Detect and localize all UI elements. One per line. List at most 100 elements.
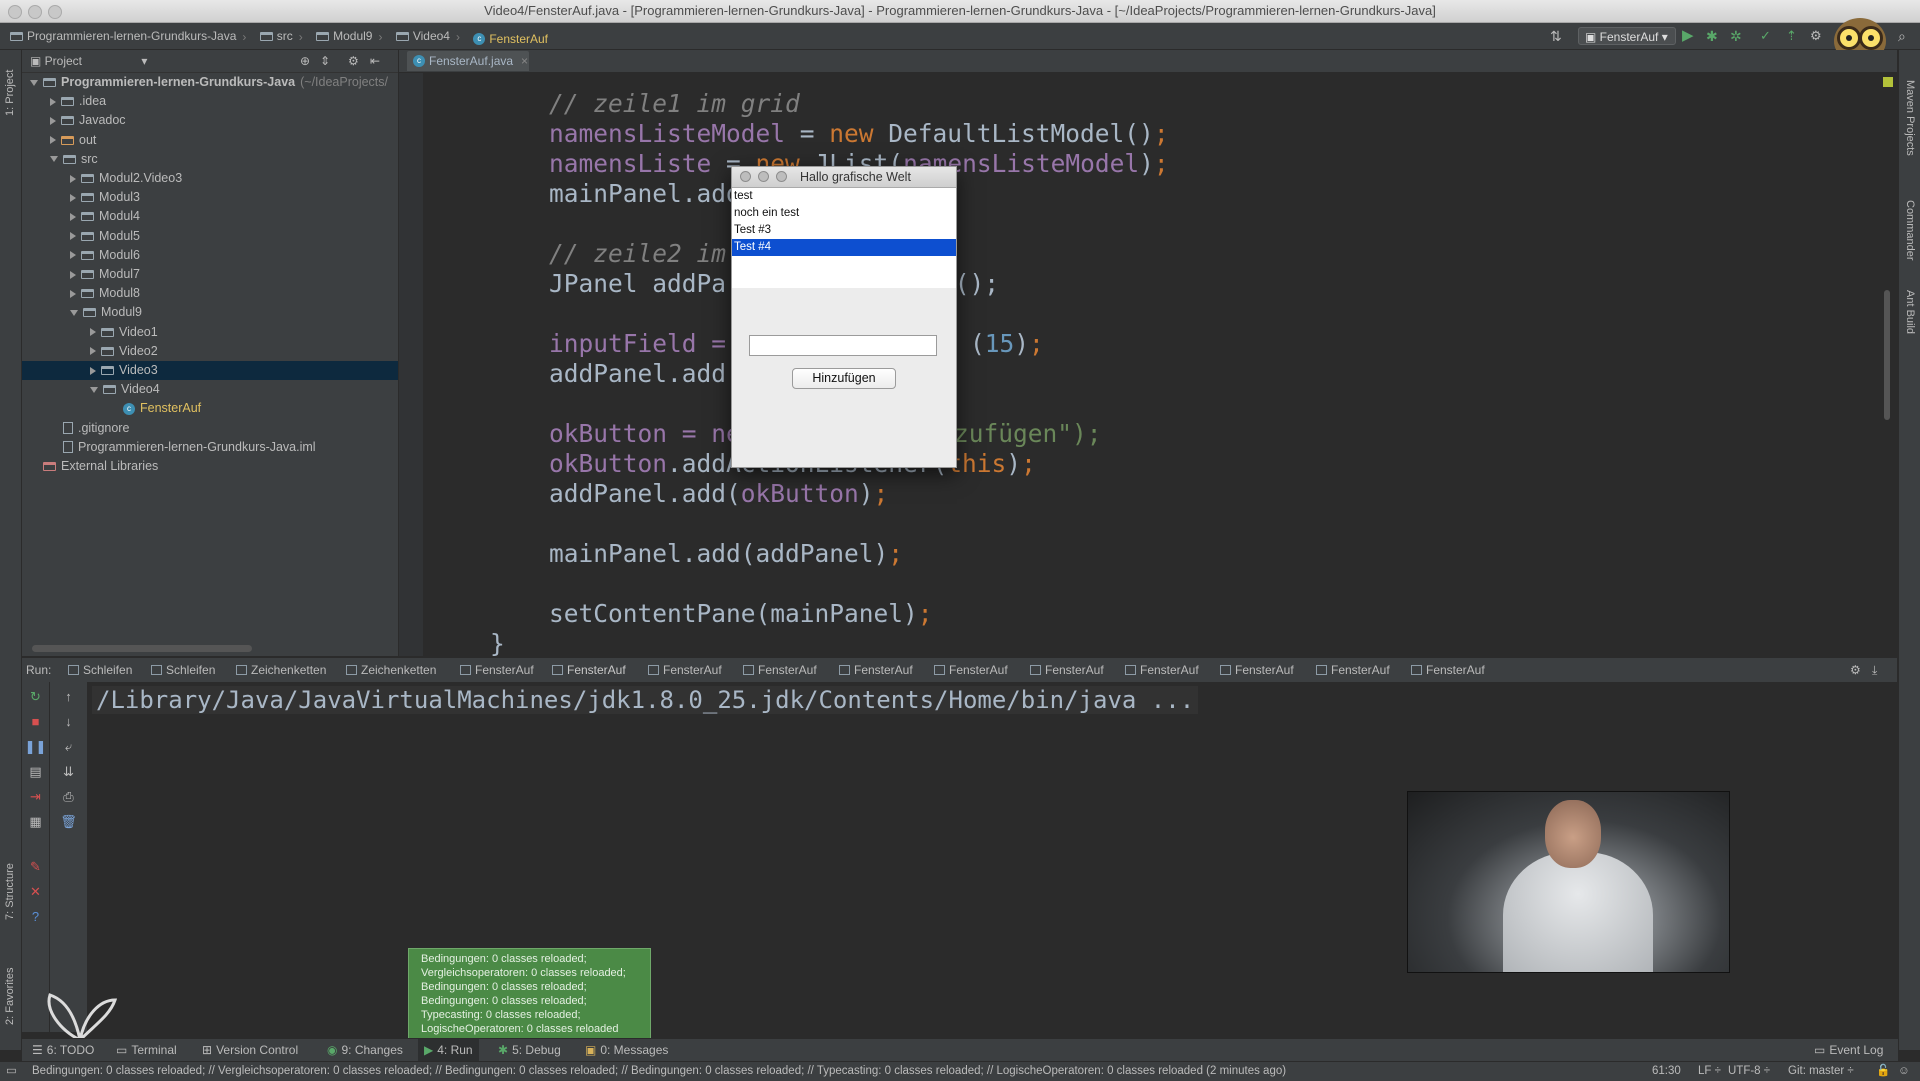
run-tab[interactable]: FensterAuf xyxy=(1030,658,1104,682)
hide-panel-icon[interactable]: ⇤ xyxy=(370,50,380,72)
tree-item[interactable]: Modul5 xyxy=(22,227,398,246)
dump-threads-icon[interactable]: ▤ xyxy=(22,763,49,781)
breadcrumb-src[interactable]: src xyxy=(259,23,293,49)
tree-item[interactable]: Modul7 xyxy=(22,265,398,284)
editor-scrollbar[interactable] xyxy=(1884,290,1890,420)
add-button[interactable]: Hinzufügen xyxy=(792,368,896,389)
collapsed-arrow-icon[interactable] xyxy=(90,366,96,375)
debug-tool-button[interactable]: ✱ 5: Debug xyxy=(498,1039,561,1061)
tree-item[interactable]: c FensterAuf xyxy=(22,399,398,418)
vcs-commit-icon[interactable]: ✓ xyxy=(1760,23,1771,49)
collapsed-arrow-icon[interactable] xyxy=(70,289,76,298)
pause-icon[interactable]: ❚❚ xyxy=(22,738,49,756)
file-encoding[interactable]: UTF-8 ÷ xyxy=(1728,1062,1770,1081)
minimize-window-icon[interactable] xyxy=(28,5,42,19)
hotswap-notification[interactable]: Bedingungen: 0 classes reloaded; Vergleic… xyxy=(408,948,651,1039)
ant-build-tool-button[interactable]: Ant Build xyxy=(1904,290,1916,360)
version-control-tool-button[interactable]: ⊞ Version Control xyxy=(202,1039,298,1061)
settings-icon[interactable]: ⚙ xyxy=(1810,23,1822,49)
expanded-arrow-icon[interactable] xyxy=(90,386,98,393)
favorites-tool-button[interactable]: 2: Favorites xyxy=(4,945,16,1025)
run-tab[interactable]: Schleifen xyxy=(151,658,215,682)
run-tab[interactable]: FensterAuf xyxy=(1316,658,1390,682)
messages-tool-button[interactable]: ▣ 0: Messages xyxy=(585,1039,668,1061)
names-list[interactable]: test noch ein test Test #3 Test #4 xyxy=(732,188,956,288)
tree-item[interactable]: Video4 xyxy=(22,380,398,399)
close-icon[interactable]: ✕ xyxy=(22,883,49,901)
stop-icon[interactable]: ■ xyxy=(22,713,49,731)
coverage-icon[interactable]: ✲ xyxy=(1730,23,1742,49)
breadcrumb-project[interactable]: Programmieren-lernen-Grundkurs-Java xyxy=(10,23,236,49)
collapsed-arrow-icon[interactable] xyxy=(90,328,96,337)
tree-item[interactable]: Programmieren-lernen-Grundkurs-Java.iml xyxy=(22,438,398,457)
breadcrumb-modul9[interactable]: Modul9 xyxy=(316,23,372,49)
gear-icon[interactable]: ⚙ xyxy=(1850,658,1861,682)
run-tab[interactable]: FensterAuf xyxy=(934,658,1008,682)
soft-wrap-icon[interactable]: ⤶ xyxy=(55,738,82,756)
run-tab[interactable]: Zeichenketten xyxy=(236,658,326,682)
gear-icon[interactable]: ⚙ xyxy=(348,50,359,72)
git-branch[interactable]: Git: master ÷ xyxy=(1788,1062,1854,1081)
run-tool-button[interactable]: ▶ 4: Run xyxy=(418,1039,479,1061)
collapse-all-icon[interactable]: ⇕ xyxy=(320,50,330,72)
structure-tool-button[interactable]: 7: Structure xyxy=(4,840,16,920)
caret-position[interactable]: 61:30 xyxy=(1652,1062,1681,1081)
tree-item[interactable]: Modul6 xyxy=(22,246,398,265)
project-tool-button[interactable]: 1: Project xyxy=(4,56,16,116)
tree-item[interactable]: Modul3 xyxy=(22,188,398,207)
run-tab[interactable]: FensterAuf xyxy=(648,658,722,682)
tree-item[interactable]: Video1 xyxy=(22,323,398,342)
run-tab[interactable]: FensterAuf xyxy=(1220,658,1294,682)
tree-item[interactable]: Video3 xyxy=(22,361,398,380)
layout-icon[interactable]: ▦ xyxy=(22,813,49,831)
breadcrumb-fensterauf[interactable]: c FensterAuf xyxy=(473,26,548,52)
maven-tool-button[interactable]: Maven Projects xyxy=(1904,80,1916,180)
search-everywhere-icon[interactable]: ⌕ xyxy=(1898,23,1906,49)
tree-item[interactable]: .idea xyxy=(22,92,398,111)
close-tab-icon[interactable]: × xyxy=(521,51,528,71)
arrow-up-icon[interactable]: ↑ xyxy=(55,688,82,706)
dialog-minimize-icon[interactable] xyxy=(758,171,769,182)
tree-item[interactable]: Modul2.Video3 xyxy=(22,169,398,188)
terminal-tool-button[interactable]: ▭ Terminal xyxy=(116,1039,177,1061)
run-tab[interactable]: FensterAuf xyxy=(1125,658,1199,682)
print-icon[interactable]: ⎙ xyxy=(55,788,82,806)
status-message[interactable]: Bedingungen: 0 classes reloaded; // Verg… xyxy=(32,1062,1286,1081)
run-tab[interactable]: FensterAuf xyxy=(743,658,817,682)
run-tab[interactable]: Zeichenketten xyxy=(346,658,436,682)
tree-item[interactable]: External Libraries xyxy=(22,457,398,476)
tree-item[interactable]: Javadoc xyxy=(22,111,398,130)
names-list-item[interactable]: Test #4 xyxy=(732,239,956,256)
vcs-push-icon[interactable]: ⇡ xyxy=(1786,23,1797,49)
collapsed-arrow-icon[interactable] xyxy=(70,251,76,260)
tree-item[interactable]: Modul8 xyxy=(22,284,398,303)
inspection-status-icon[interactable] xyxy=(1883,77,1893,87)
tree-item[interactable]: .gitignore xyxy=(22,419,398,438)
exit-icon[interactable]: ⇥ xyxy=(22,788,49,806)
names-list-item[interactable]: test xyxy=(732,188,956,205)
collapsed-arrow-icon[interactable] xyxy=(50,116,56,125)
run-tab[interactable]: FensterAuf xyxy=(839,658,913,682)
tree-item[interactable]: Modul9 xyxy=(22,303,398,322)
hide-panel-icon[interactable]: ⤓ xyxy=(1872,658,1877,682)
breadcrumb-video4[interactable]: Video4 xyxy=(395,23,450,49)
help-icon[interactable]: ? xyxy=(22,908,49,926)
collapsed-arrow-icon[interactable] xyxy=(70,174,76,183)
collapsed-arrow-icon[interactable] xyxy=(50,97,56,106)
run-tab[interactable]: FensterAuf xyxy=(552,658,626,682)
changes-tool-button[interactable]: ◉ 9: Changes xyxy=(327,1039,403,1061)
collapsed-arrow-icon[interactable] xyxy=(70,270,76,279)
expanded-arrow-icon[interactable] xyxy=(50,156,58,163)
expanded-arrow-icon[interactable] xyxy=(30,79,38,86)
run-tab[interactable]: Schleifen xyxy=(68,658,132,682)
commander-tool-button[interactable]: Commander xyxy=(1904,200,1916,280)
scroll-to-end-icon[interactable]: ⇊ xyxy=(55,763,82,781)
run-tab[interactable]: FensterAuf xyxy=(460,658,534,682)
trash-icon[interactable]: 🗑 xyxy=(55,813,82,831)
run-tab[interactable]: FensterAuf xyxy=(1411,658,1485,682)
code-editor[interactable]: // zeile1 im grid namensListeModel = new… xyxy=(424,73,1894,656)
collapsed-arrow-icon[interactable] xyxy=(90,347,96,356)
name-input[interactable] xyxy=(749,335,937,356)
tab-fensterauf-java[interactable]: c FensterAuf.java × xyxy=(407,51,529,71)
tree-item[interactable]: Programmieren-lernen-Grundkurs-Java (~/Id… xyxy=(22,73,398,92)
